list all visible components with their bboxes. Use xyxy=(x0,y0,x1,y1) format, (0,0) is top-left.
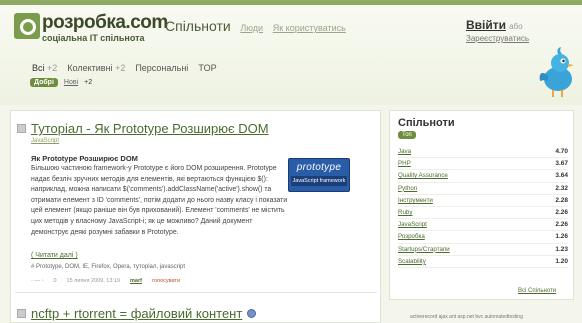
community-rating: 2.28 xyxy=(555,196,568,204)
post-meta: ◦ — ◦ 0 15 липня 2009, 13:19 marf голосу… xyxy=(31,278,180,284)
community-rating: 4.70 xyxy=(555,148,568,156)
post-category[interactable]: JavaScript xyxy=(31,138,59,144)
main-nav: Спільноти Люди Як користуватись xyxy=(165,18,346,34)
community-rating: 3.67 xyxy=(555,160,568,168)
globe-icon xyxy=(247,309,257,318)
community-rating: 2.26 xyxy=(555,209,568,217)
community-rating: 2.32 xyxy=(555,184,568,192)
community-rating: 1.26 xyxy=(555,233,568,241)
vote-count: 0 xyxy=(53,278,57,284)
logo-icon[interactable] xyxy=(14,13,40,39)
community-name[interactable]: Java xyxy=(398,148,411,155)
nav-how-to-use[interactable]: Як користуватись xyxy=(273,23,346,33)
tag-cloud[interactable]: activerecord ajax ant asp.net bvc automa… xyxy=(410,314,523,320)
auth-links: Ввійти або Зареєструватись xyxy=(466,18,582,44)
post-body: Більшою частиною framework-у Prototype є… xyxy=(31,165,288,236)
community-row: Розробка 1.26 xyxy=(398,231,568,244)
community-row: Python 2.32 xyxy=(398,183,568,195)
prototype-logo-image: prototype JavaScript framework xyxy=(288,158,350,192)
all-communities-link[interactable]: Всі Спільноти xyxy=(518,288,556,294)
subtab-new[interactable]: Нові xyxy=(64,79,78,86)
community-name[interactable]: PHP xyxy=(398,160,411,167)
post2-checkbox-icon[interactable] xyxy=(17,309,26,318)
twitter-bird-icon[interactable] xyxy=(534,45,580,101)
vote-arrows-icon[interactable]: ◦ — ◦ xyxy=(31,278,43,284)
post-author[interactable]: marf xyxy=(130,278,142,284)
community-name[interactable]: Startups/Стартапи xyxy=(398,246,450,253)
community-row: Інструменти 2.28 xyxy=(398,195,568,207)
login-link[interactable]: Ввійти xyxy=(466,18,506,32)
feed-subtabs: Добрі Нові +2 xyxy=(30,78,92,87)
community-rating: 1.23 xyxy=(555,245,568,253)
nav-people[interactable]: Люди xyxy=(240,23,263,33)
nav-communities[interactable]: Спільноти xyxy=(165,18,231,34)
community-list: Java 4.70 PHP 3.67 Quality Assurance 3.64 P… xyxy=(398,146,568,268)
feed-tabs: Всі +2 Колективні +2 Персональні TOP xyxy=(32,63,217,73)
community-row: Java 4.70 xyxy=(398,146,568,159)
or-text: або xyxy=(509,22,523,31)
site-header: розробка.com соціальна IT спільнота Спіл… xyxy=(0,5,582,105)
post-checkbox-icon[interactable] xyxy=(17,124,26,133)
tab-collective[interactable]: Колективні +2 xyxy=(67,63,125,73)
community-name[interactable]: Інструменти xyxy=(398,197,433,204)
post2-title-row: ncftp + rtorrent = файловий контент xyxy=(17,306,257,321)
sidebar-top-badge[interactable]: Топ xyxy=(398,131,416,139)
community-rating: 1.20 xyxy=(555,257,568,265)
community-row: PHP 3.67 xyxy=(398,158,568,171)
logo-subtitle: соціальна IT спільнота xyxy=(42,33,145,43)
read-more-link[interactable]: ( Читати далі ) xyxy=(31,252,78,259)
community-row: Scalability 1.20 xyxy=(398,256,568,268)
post2-title[interactable]: ncftp + rtorrent = файловий контент xyxy=(31,306,242,321)
community-row: Ruby 2.26 xyxy=(398,207,568,220)
prototype-logo-subtext: JavaScript framework xyxy=(291,176,347,186)
posts-panel: Туторіал - Як Prototype Розширює DOM Jav… xyxy=(10,110,381,323)
community-name[interactable]: Розробка xyxy=(398,233,425,240)
community-rating: 3.64 xyxy=(555,172,568,180)
community-row: JavaScript 2.26 xyxy=(398,219,568,232)
community-name[interactable]: Ruby xyxy=(398,209,412,216)
post-heading: Як Prototype Розширює DOM xyxy=(31,154,138,163)
post-title-row: Туторіал - Як Prototype Розширює DOM xyxy=(17,121,269,136)
sidebar-title: Спільноти xyxy=(398,117,455,129)
post-tags[interactable]: # Prototype, DOM, IE, Firefox, Opera, ту… xyxy=(31,264,185,270)
community-name[interactable]: Scalability xyxy=(398,258,426,265)
subtab-good[interactable]: Добрі xyxy=(30,78,58,87)
register-link[interactable]: Зареєструватись xyxy=(466,34,529,43)
community-rating: 2.26 xyxy=(555,221,568,229)
subtab-new-count: +2 xyxy=(84,79,93,86)
tab-all[interactable]: Всі +2 xyxy=(32,63,57,73)
post-title[interactable]: Туторіал - Як Prototype Розширює DOM xyxy=(31,121,269,136)
post-divider xyxy=(15,292,377,293)
logo-text[interactable]: розробка.com xyxy=(42,12,168,34)
tab-top[interactable]: TOP xyxy=(198,63,216,73)
community-name[interactable]: Python xyxy=(398,185,417,192)
post-date: 15 липня 2009, 13:19 xyxy=(66,278,121,284)
community-name[interactable]: Quality Assurance xyxy=(398,172,448,179)
community-row: Startups/Стартапи 1.23 xyxy=(398,244,568,256)
tab-personal[interactable]: Персональні xyxy=(135,63,188,73)
community-row: Quality Assurance 3.64 xyxy=(398,170,568,183)
community-name[interactable]: JavaScript xyxy=(398,221,427,228)
communities-sidebar: Спільноти Топ Java 4.70 PHP 3.67 Quality A… xyxy=(389,110,574,300)
prototype-logo-text: prototype xyxy=(296,162,342,173)
vote-link[interactable]: голосувати xyxy=(152,278,180,284)
